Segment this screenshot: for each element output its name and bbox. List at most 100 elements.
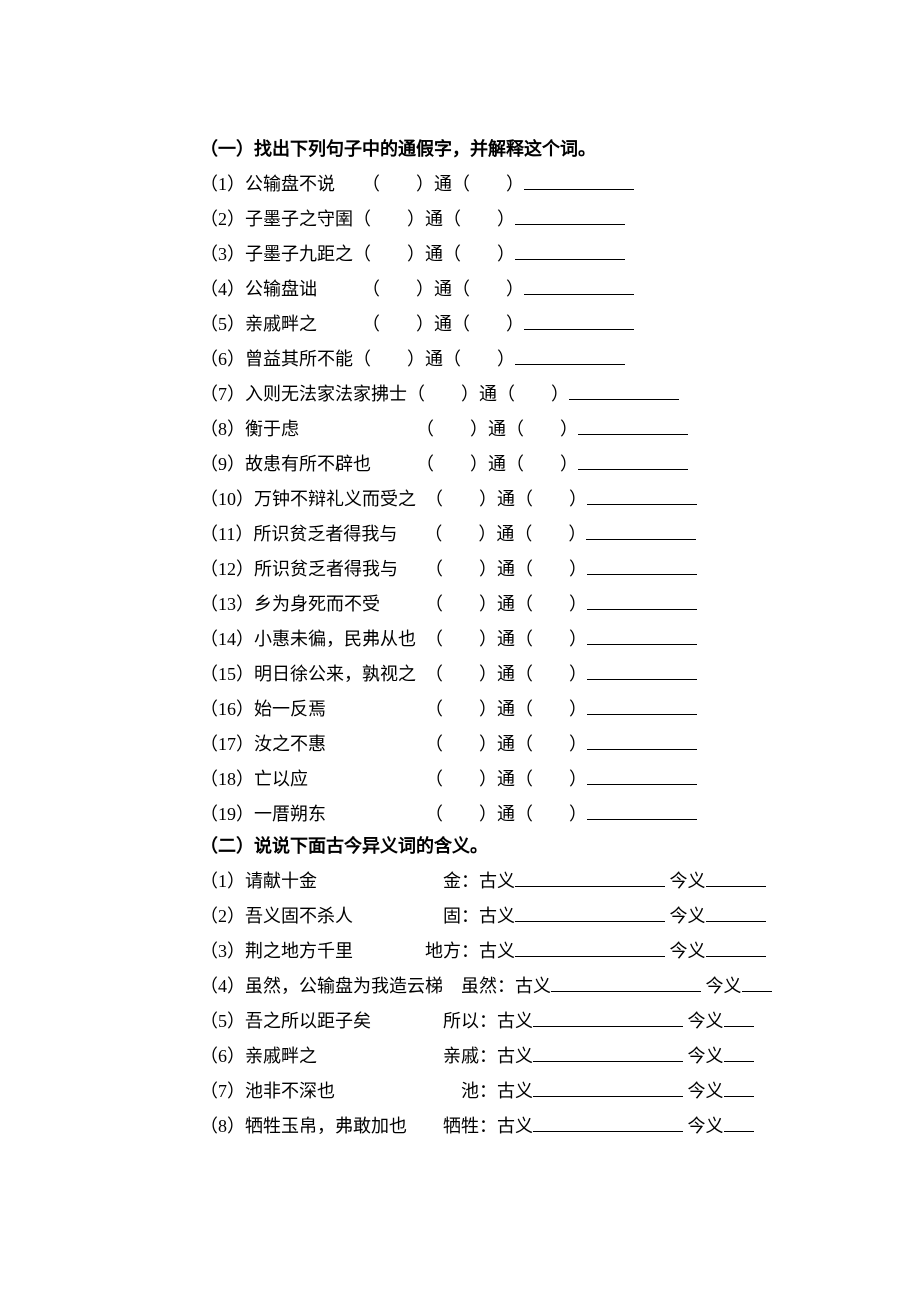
ancient-meaning-blank[interactable] — [515, 869, 665, 887]
tongjia-item: （11）所识贫乏者得我与 （ ）通（ ） — [200, 522, 720, 543]
answer-blank[interactable] — [569, 382, 679, 400]
tongjia-item: （5）亲戚畔之 （ ）通（ ） — [200, 312, 720, 333]
item-text: 公输盘不说 （ ）通（ ） — [245, 174, 524, 194]
item-number: （4） — [200, 279, 245, 299]
tongjia-item: （7）入则无法家法家拂士（ ）通（ ） — [200, 382, 720, 403]
item-text: 一厝朔东 （ ）通（ ） — [254, 804, 587, 824]
answer-blank[interactable] — [587, 487, 697, 505]
answer-blank[interactable] — [587, 767, 697, 785]
item-number: （1） — [200, 871, 245, 891]
gujin-item: （1）请献十金 金：古义 今义 — [200, 869, 720, 890]
section-2-title: （二）说说下面古今异义词的含义。 — [200, 837, 720, 855]
ancient-meaning-blank[interactable] — [515, 904, 665, 922]
ancient-meaning-blank[interactable] — [551, 974, 701, 992]
gujin-item: （8）牺牲玉帛，弗敢加也 牺牲：古义 今义 — [200, 1114, 720, 1135]
modern-label: 今义 — [683, 1011, 724, 1031]
modern-meaning-blank[interactable] — [724, 1114, 754, 1132]
answer-blank[interactable] — [524, 172, 634, 190]
modern-meaning-blank[interactable] — [706, 869, 766, 887]
tongjia-item: （8）衡于虑 （ ）通（ ） — [200, 417, 720, 438]
answer-blank[interactable] — [587, 732, 697, 750]
gujin-item: （7）池非不深也 池：古义 今义 — [200, 1079, 720, 1100]
item-number: （14） — [200, 629, 254, 649]
section-1-body: （1）公输盘不说 （ ）通（ ） （2）子墨子之守圉（ ）通（ ） （3）子墨子九距… — [200, 172, 720, 823]
modern-meaning-blank[interactable] — [706, 939, 766, 957]
item-text: 入则无法家法家拂士（ ）通（ ） — [245, 384, 569, 404]
item-number: （11） — [200, 524, 253, 544]
item-text: 牺牲玉帛，弗敢加也 牺牲：古义 — [245, 1116, 533, 1136]
answer-blank[interactable] — [587, 557, 697, 575]
item-number: （18） — [200, 769, 254, 789]
modern-meaning-blank[interactable] — [724, 1009, 754, 1027]
item-text: 始一反焉 （ ）通（ ） — [254, 699, 587, 719]
item-text: 吾义固不杀人 固：古义 — [245, 906, 515, 926]
tongjia-item: （1）公输盘不说 （ ）通（ ） — [200, 172, 720, 193]
item-number: （2） — [200, 906, 245, 926]
item-number: （9） — [200, 454, 245, 474]
tongjia-item: （2）子墨子之守圉（ ）通（ ） — [200, 207, 720, 228]
item-number: （19） — [200, 804, 254, 824]
item-number: （4） — [200, 976, 245, 996]
ancient-meaning-blank[interactable] — [533, 1079, 683, 1097]
tongjia-item: （6）曾益其所不能（ ）通（ ） — [200, 347, 720, 368]
item-number: （16） — [200, 699, 254, 719]
item-number: （13） — [200, 594, 254, 614]
modern-meaning-blank[interactable] — [724, 1079, 754, 1097]
item-number: （6） — [200, 349, 245, 369]
item-text: 汝之不惠 （ ）通（ ） — [254, 734, 587, 754]
item-text: 亲戚畔之 亲戚：古义 — [245, 1046, 533, 1066]
tongjia-item: （4）公输盘诎 （ ）通（ ） — [200, 277, 720, 298]
modern-label: 今义 — [683, 1046, 724, 1066]
modern-label: 今义 — [683, 1116, 724, 1136]
answer-blank[interactable] — [524, 277, 634, 295]
section-2-body: （1）请献十金 金：古义 今义（2）吾义固不杀人 固：古义 今义（3）荆之地方千… — [200, 869, 720, 1135]
tongjia-item: （18）亡以应 （ ）通（ ） — [200, 767, 720, 788]
answer-blank[interactable] — [587, 662, 697, 680]
ancient-meaning-blank[interactable] — [515, 939, 665, 957]
section-1-title: （一）找出下列句子中的通假字，并解释这个词。 — [200, 140, 720, 158]
answer-blank[interactable] — [587, 627, 697, 645]
item-number: （15） — [200, 664, 254, 684]
item-text: 公输盘诎 （ ）通（ ） — [245, 279, 524, 299]
answer-blank[interactable] — [515, 347, 625, 365]
tongjia-item: （14）小惠未徧，民弗从也 （ ）通（ ） — [200, 627, 720, 648]
item-text: 亡以应 （ ）通（ ） — [254, 769, 587, 789]
item-number: （3） — [200, 244, 245, 264]
item-text: 吾之所以距子矣 所以：古义 — [245, 1011, 533, 1031]
tongjia-item: （19）一厝朔东 （ ）通（ ） — [200, 802, 720, 823]
item-text: 乡为身死而不受 （ ）通（ ） — [254, 594, 587, 614]
answer-blank[interactable] — [586, 522, 696, 540]
tongjia-item: （13）乡为身死而不受 （ ）通（ ） — [200, 592, 720, 613]
tongjia-item: （17）汝之不惠 （ ）通（ ） — [200, 732, 720, 753]
item-number: （2） — [200, 209, 245, 229]
item-text: 请献十金 金：古义 — [245, 871, 515, 891]
item-text: 曾益其所不能（ ）通（ ） — [245, 349, 515, 369]
modern-meaning-blank[interactable] — [706, 904, 766, 922]
modern-meaning-blank[interactable] — [742, 974, 772, 992]
item-text: 衡于虑 （ ）通（ ） — [245, 419, 578, 439]
answer-blank[interactable] — [524, 312, 634, 330]
modern-meaning-blank[interactable] — [724, 1044, 754, 1062]
item-text: 子墨子九距之（ ）通（ ） — [245, 244, 515, 264]
answer-blank[interactable] — [578, 417, 688, 435]
answer-blank[interactable] — [587, 697, 697, 715]
answer-blank[interactable] — [515, 207, 625, 225]
answer-blank[interactable] — [515, 242, 625, 260]
answer-blank[interactable] — [587, 802, 697, 820]
ancient-meaning-blank[interactable] — [533, 1114, 683, 1132]
item-number: （7） — [200, 384, 245, 404]
answer-blank[interactable] — [578, 452, 688, 470]
item-text: 亲戚畔之 （ ）通（ ） — [245, 314, 524, 334]
item-text: 小惠未徧，民弗从也 （ ）通（ ） — [254, 629, 587, 649]
tongjia-item: （3）子墨子九距之（ ）通（ ） — [200, 242, 720, 263]
answer-blank[interactable] — [587, 592, 697, 610]
tongjia-item: （15）明日徐公来，孰视之 （ ）通（ ） — [200, 662, 720, 683]
item-text: 故患有所不辟也 （ ）通（ ） — [245, 454, 578, 474]
item-number: （6） — [200, 1046, 245, 1066]
gujin-item: （4）虽然，公输盘为我造云梯 虽然：古义 今义 — [200, 974, 720, 995]
item-number: （5） — [200, 1011, 245, 1031]
ancient-meaning-blank[interactable] — [533, 1044, 683, 1062]
modern-label: 今义 — [701, 976, 742, 996]
tongjia-item: （12）所识贫乏者得我与 （ ）通（ ） — [200, 557, 720, 578]
ancient-meaning-blank[interactable] — [533, 1009, 683, 1027]
